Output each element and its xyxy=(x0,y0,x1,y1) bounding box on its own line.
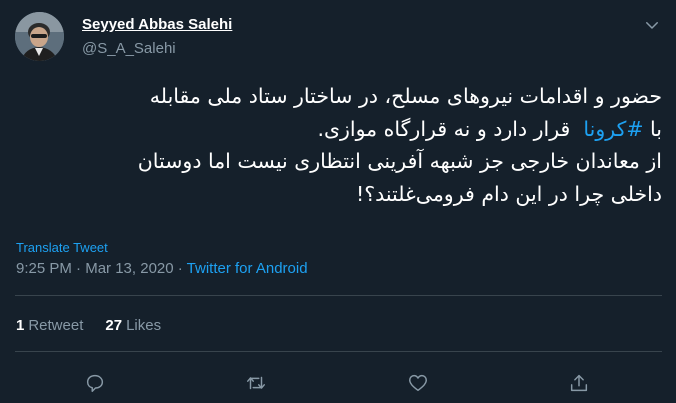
divider xyxy=(15,351,662,352)
tweet-line-4: داخلی چرا در این دام فرومی‌غلتند؟! xyxy=(356,181,662,206)
translate-tweet-link[interactable]: Translate Tweet xyxy=(16,240,108,255)
tweet-source-link[interactable]: Twitter for Android xyxy=(187,260,308,277)
author-handle: @S_A_Salehi xyxy=(82,40,176,57)
avatar[interactable] xyxy=(15,12,64,61)
chevron-down-icon[interactable] xyxy=(640,13,664,37)
tweet-date[interactable]: Mar 13, 2020 xyxy=(85,260,173,277)
author-name[interactable]: Seyyed Abbas Salehi xyxy=(82,16,232,33)
hashtag-link[interactable]: #کرونا xyxy=(583,117,643,141)
meta-separator: · xyxy=(173,260,187,277)
reply-icon[interactable] xyxy=(77,365,113,401)
tweet-line-2-start: با xyxy=(650,116,662,141)
tweet-actions xyxy=(0,365,676,401)
profile-photo-icon xyxy=(15,12,64,61)
tweet-text: حضور و اقدامات نیروهای مسلح، در ساختار س… xyxy=(14,80,662,210)
likes-stat[interactable]: 27 Likes xyxy=(105,317,161,334)
retweets-stat[interactable]: 1 Retweet xyxy=(16,317,83,334)
tweet-line-2: با #کرونا قرار دارد و نه قرارگاه موازی. xyxy=(14,113,662,146)
divider xyxy=(15,295,662,296)
retweets-label: Retweet xyxy=(28,317,84,334)
tweet-time[interactable]: 9:25 PM xyxy=(16,260,72,277)
tweet-line-2-end: قرار دارد و نه قرارگاه موازی. xyxy=(317,116,571,141)
tweet-line-3: از معاندان خارجی جز شبهه آفرینی انتظاری … xyxy=(137,149,662,173)
meta-separator: · xyxy=(71,260,86,277)
retweet-icon[interactable] xyxy=(238,365,274,401)
like-icon[interactable] xyxy=(400,365,436,401)
likes-count: 27 xyxy=(105,317,123,334)
retweets-count: 1 xyxy=(16,317,25,334)
likes-label: Likes xyxy=(126,317,162,334)
tweet-stats: 1 Retweet 27 Likes xyxy=(16,317,161,334)
tweet-meta: 9:25 PM · Mar 13, 2020 · Twitter for And… xyxy=(16,260,308,277)
tweet-line-1: حضور و اقدامات نیروهای مسلح، در ساختار س… xyxy=(149,84,662,108)
share-icon[interactable] xyxy=(561,365,597,401)
